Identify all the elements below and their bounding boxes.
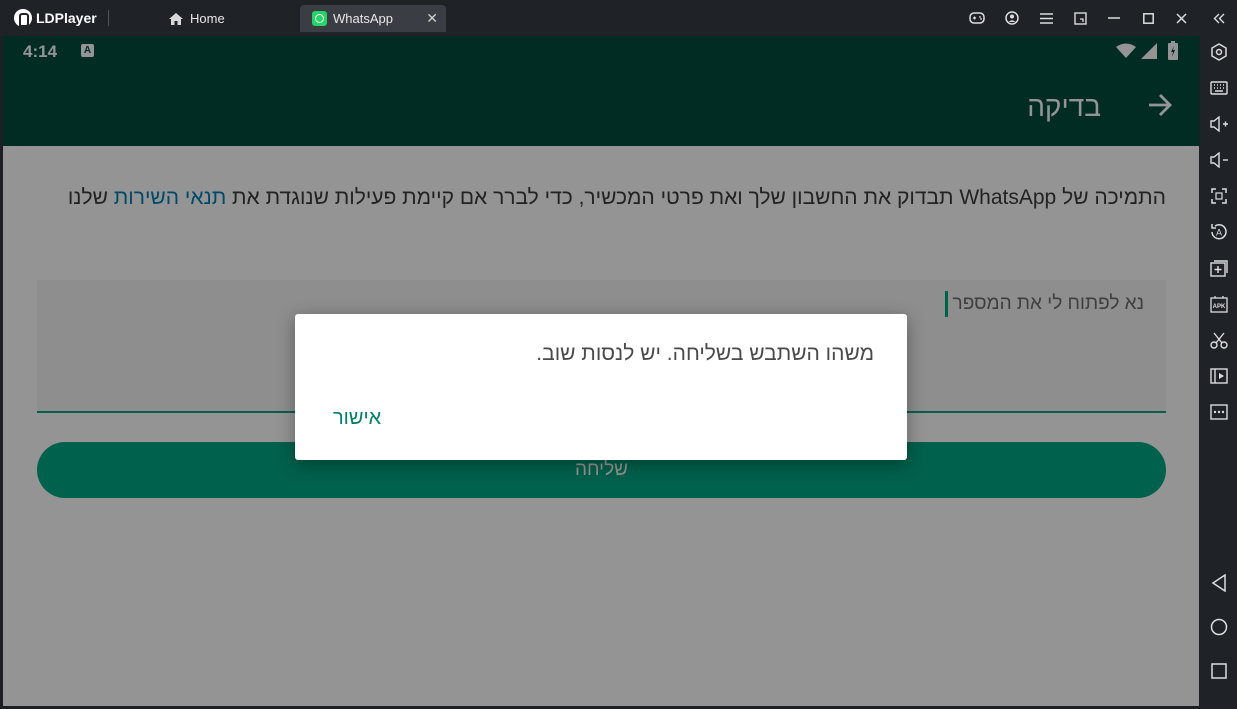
emulator-sidebar: A APK [1200,36,1237,709]
home-icon [168,12,184,26]
account-icon[interactable] [1002,8,1022,28]
android-home-icon[interactable] [1208,616,1230,638]
tab-whatsapp[interactable]: WhatsApp ✕ [300,5,446,32]
volume-up-icon[interactable] [1208,113,1230,135]
close-window-icon[interactable] [1171,8,1191,28]
ldplayer-logo[interactable]: LDPlayer [14,7,97,29]
android-recents-icon[interactable] [1208,660,1230,682]
tab-home-label: Home [190,11,225,26]
scissors-icon[interactable] [1208,329,1230,351]
close-tab-icon[interactable]: ✕ [426,10,438,27]
apk-install-icon[interactable]: APK [1208,293,1230,315]
minimize-icon[interactable] [1104,8,1124,28]
gamepad-icon[interactable] [967,8,987,28]
dialog-message: משהו השתבש בשליחה. יש לנסות שוב. [536,342,874,365]
emulator-title-bar: LDPlayer Home WhatsApp ✕ [0,0,1237,36]
settings-icon[interactable] [1208,41,1230,63]
svg-text:APK: APK [1213,304,1226,310]
tab-whatsapp-label: WhatsApp [333,11,393,26]
svg-text:A: A [1216,228,1222,238]
rotate-icon[interactable]: A [1208,221,1230,243]
keyboard-icon[interactable] [1208,77,1230,99]
menu-icon[interactable] [1036,8,1056,28]
title-divider [108,10,109,26]
collapse-sidebar-icon[interactable] [1209,8,1229,28]
ldplayer-logo-icon [14,9,32,27]
tab-home[interactable]: Home [160,5,295,32]
whatsapp-icon [312,11,327,26]
dialog-ok-button[interactable]: אישור [333,407,381,430]
window-shrink-icon[interactable] [1070,8,1090,28]
more-options-icon[interactable] [1208,401,1230,423]
fullscreen-icon[interactable] [1208,185,1230,207]
video-record-icon[interactable] [1208,365,1230,387]
volume-down-icon[interactable] [1208,149,1230,171]
android-back-icon[interactable] [1208,572,1230,594]
maximize-icon[interactable] [1138,8,1158,28]
android-screen: 4:14 A בדיקה התמיכה של WhatsApp תבדוק את… [3,36,1199,706]
add-window-icon[interactable] [1208,257,1230,279]
error-dialog: משהו השתבש בשליחה. יש לנסות שוב. אישור [295,314,907,460]
ldplayer-brand: LDPlayer [36,10,97,26]
